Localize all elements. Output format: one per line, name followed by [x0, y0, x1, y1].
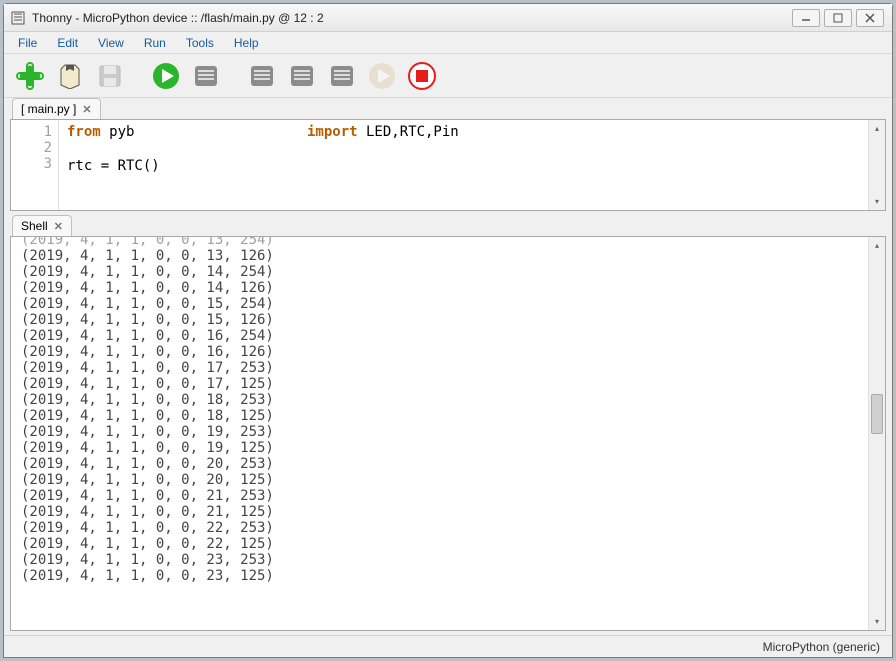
- editor-tab-label: [ main.py ]: [21, 102, 76, 116]
- run-button[interactable]: [150, 60, 182, 92]
- shell-tab-label: Shell: [21, 219, 48, 233]
- shell-panel[interactable]: (2019, 4, 1, 1, 0, 0, 13, 254)(2019, 4, …: [10, 236, 886, 631]
- maximize-button[interactable]: [824, 9, 852, 27]
- line-number: 1: [17, 124, 52, 140]
- stop-button[interactable]: [406, 60, 438, 92]
- shell-tab[interactable]: Shell ✕: [12, 215, 72, 236]
- menu-edit[interactable]: Edit: [49, 34, 86, 52]
- scroll-down-icon[interactable]: ▾: [869, 613, 885, 630]
- save-file-button[interactable]: [94, 60, 126, 92]
- shell-scrollbar[interactable]: ▴ ▾: [868, 237, 885, 630]
- editor-scrollbar[interactable]: ▴ ▾: [868, 120, 885, 210]
- statusbar: MicroPython (generic): [4, 635, 892, 657]
- titlebar: Thonny - MicroPython device :: /flash/ma…: [4, 4, 892, 32]
- step-into-button[interactable]: [286, 60, 318, 92]
- editor-tab-main[interactable]: [ main.py ] ✕: [12, 98, 101, 119]
- step-out-button[interactable]: [326, 60, 358, 92]
- close-shell-icon[interactable]: ✕: [54, 220, 63, 233]
- menu-help[interactable]: Help: [226, 34, 267, 52]
- menu-tools[interactable]: Tools: [178, 34, 222, 52]
- resume-button[interactable]: [366, 60, 398, 92]
- line-number: 2: [17, 140, 52, 156]
- line-gutter: 1 2 3: [11, 120, 59, 210]
- line-number: 3: [17, 156, 52, 172]
- window-controls: [792, 9, 888, 27]
- menu-view[interactable]: View: [90, 34, 132, 52]
- close-button[interactable]: [856, 9, 884, 27]
- window-title: Thonny - MicroPython device :: /flash/ma…: [32, 11, 324, 25]
- status-interpreter[interactable]: MicroPython (generic): [763, 640, 880, 654]
- code-editor[interactable]: 1 2 3 from pybimport LED,RTC,Pin rtc = R…: [10, 119, 886, 211]
- minimize-button[interactable]: [792, 9, 820, 27]
- scroll-down-icon[interactable]: ▾: [869, 193, 885, 210]
- scroll-thumb[interactable]: [871, 394, 883, 434]
- editor-tabs: [ main.py ] ✕: [10, 98, 886, 119]
- code-content[interactable]: from pybimport LED,RTC,Pin rtc = RTC(): [59, 120, 868, 210]
- scroll-up-icon[interactable]: ▴: [869, 237, 885, 254]
- new-file-button[interactable]: [14, 60, 46, 92]
- app-icon: [10, 10, 26, 26]
- close-tab-icon[interactable]: ✕: [82, 103, 91, 116]
- menu-run[interactable]: Run: [136, 34, 174, 52]
- shell-output[interactable]: (2019, 4, 1, 1, 0, 0, 13, 254)(2019, 4, …: [11, 237, 868, 630]
- open-file-button[interactable]: [54, 60, 86, 92]
- step-over-button[interactable]: [246, 60, 278, 92]
- scroll-up-icon[interactable]: ▴: [869, 120, 885, 137]
- editor-area: [ main.py ] ✕ 1 2 3 from pybimport LED,R…: [4, 98, 892, 215]
- shell-tabs: Shell ✕: [10, 215, 886, 236]
- menubar: File Edit View Run Tools Help: [4, 32, 892, 54]
- toolbar: [4, 54, 892, 98]
- debug-button[interactable]: [190, 60, 222, 92]
- shell-area: Shell ✕ (2019, 4, 1, 1, 0, 0, 13, 254)(2…: [4, 215, 892, 635]
- main-window: Thonny - MicroPython device :: /flash/ma…: [3, 3, 893, 658]
- menu-file[interactable]: File: [10, 34, 45, 52]
